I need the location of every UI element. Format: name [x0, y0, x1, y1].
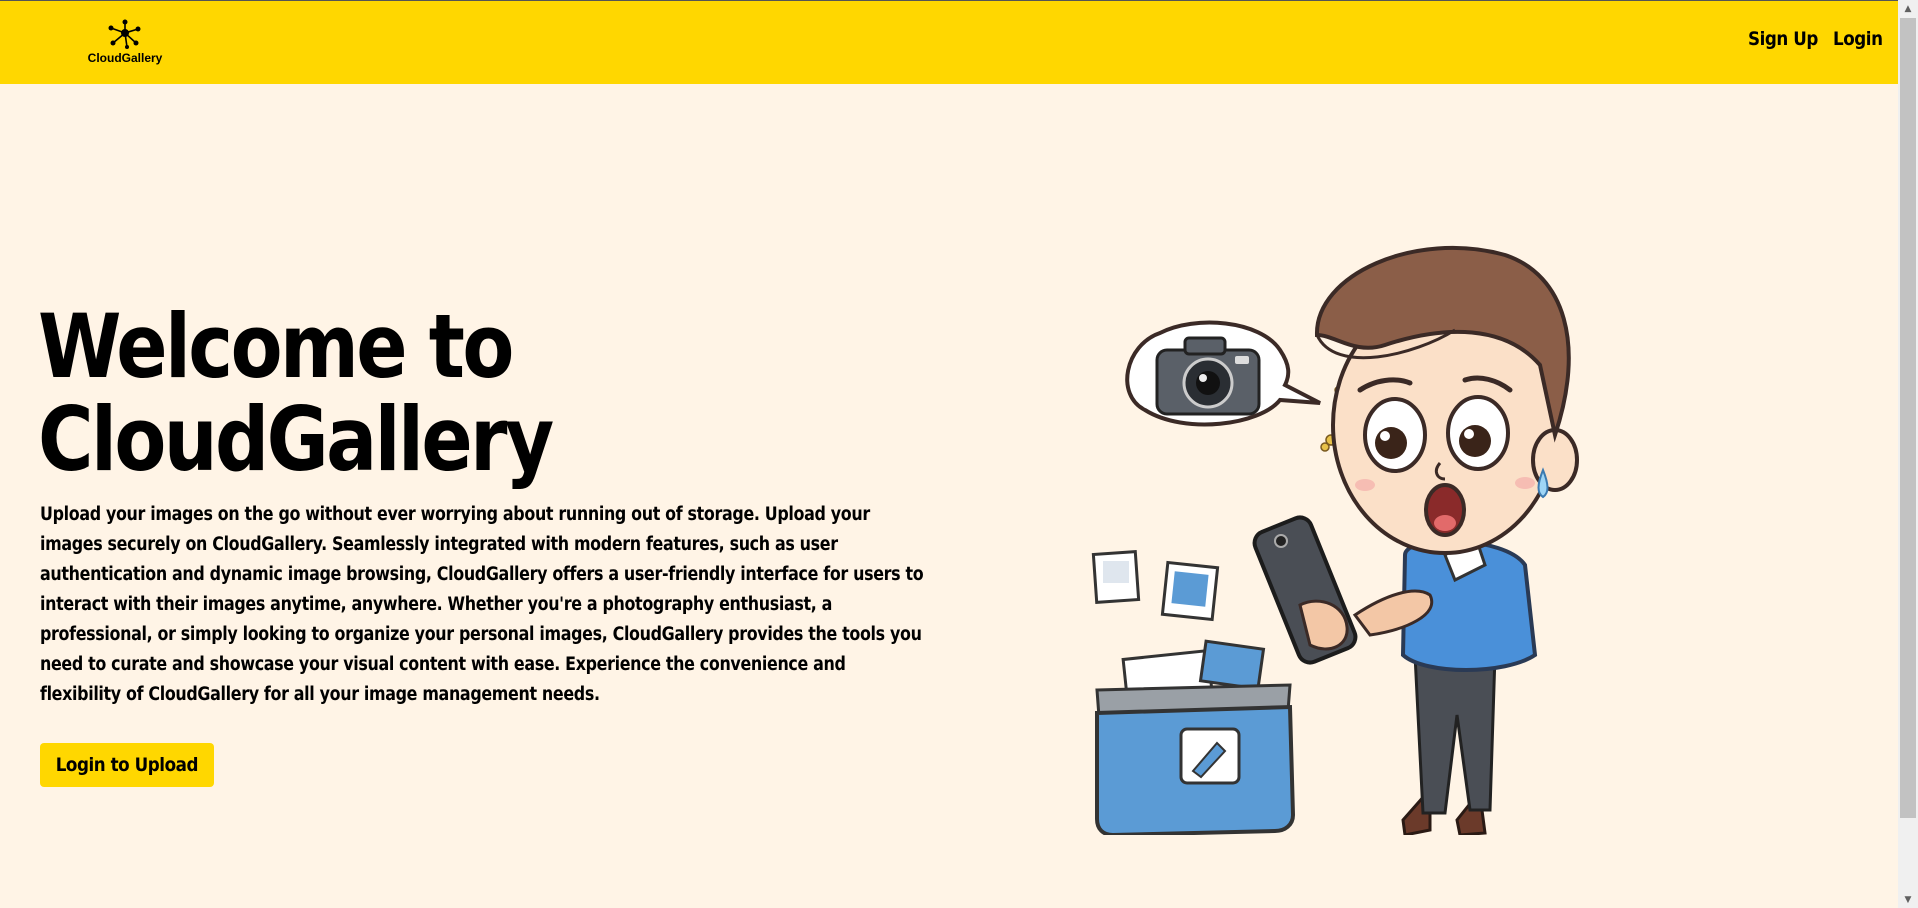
hero-description: Upload your images on the go without eve…	[40, 500, 926, 710]
navbar: CloudGallery Sign Up Login	[0, 1, 1898, 84]
network-nodes-icon	[108, 19, 141, 49]
hero-title-line2: CloudGallery	[38, 388, 554, 491]
camera-icon	[1155, 336, 1261, 416]
storage-box	[1095, 639, 1296, 835]
speech-bubble	[1125, 320, 1321, 427]
scrollbar-thumb[interactable]	[1900, 18, 1916, 818]
brand-logo[interactable]: CloudGallery	[80, 19, 170, 69]
scroll-up-arrow-icon[interactable]: ▲	[1898, 1, 1918, 17]
login-to-upload-label: Login to Upload	[55, 754, 199, 776]
nav-login-link[interactable]: Login	[1833, 28, 1883, 50]
scroll-down-arrow-icon[interactable]: ▼	[1898, 892, 1918, 908]
confused-man-with-phone-illustration	[1091, 246, 1579, 835]
cartoon-man	[1252, 246, 1579, 835]
floating-photos	[1091, 549, 1220, 622]
nav-signup-link[interactable]: Sign Up	[1748, 28, 1818, 50]
hero-title-line1: Welcome to	[38, 295, 514, 398]
login-to-upload-button[interactable]: Login to Upload	[40, 743, 214, 787]
hero-description-end: . Seamlessly integrated with modern feat…	[40, 534, 924, 705]
hero-description-brand: CloudGallery	[212, 534, 322, 555]
brand-name: CloudGallery	[87, 51, 163, 65]
vertical-scrollbar[interactable]: ▲ ▼	[1898, 0, 1918, 908]
hero-title: Welcome to CloudGallery	[38, 300, 640, 486]
